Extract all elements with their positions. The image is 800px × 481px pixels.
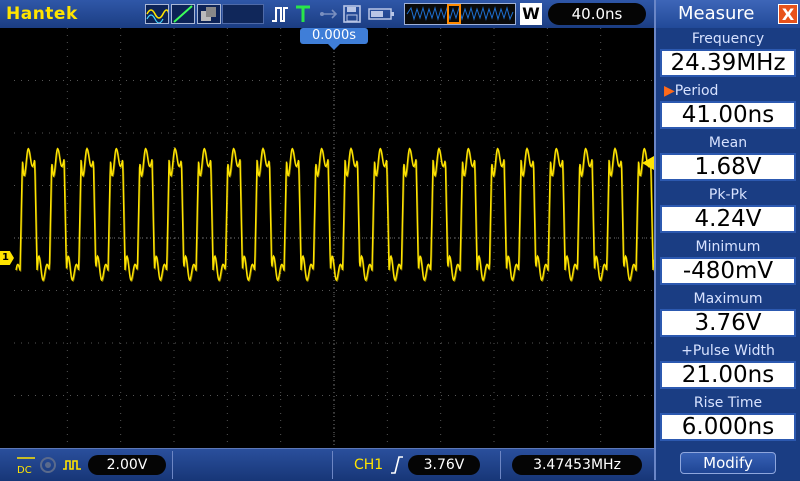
memory-position-bar[interactable] — [404, 3, 516, 25]
channel1-waveform-trace-persist — [16, 148, 656, 283]
brand-logo: Hantek — [6, 4, 78, 24]
measure-label-text: Period — [674, 83, 719, 99]
panel-title: Measure — [678, 3, 755, 24]
trigger-t-icon[interactable] — [294, 4, 312, 24]
memory-mode-badge: W — [520, 3, 542, 25]
measure-panel-header: Measure X — [656, 0, 800, 28]
waveform-canvas — [14, 28, 656, 448]
pulse-trigger-icon[interactable] — [270, 4, 290, 24]
measure-item-mean[interactable]: Mean 1.68V — [656, 133, 800, 185]
measure-label: Frequency — [691, 31, 765, 47]
measure-value: 4.24V — [660, 205, 796, 233]
divider — [172, 451, 173, 479]
slope-line-icon[interactable] — [171, 4, 195, 24]
probe-icon[interactable] — [38, 455, 58, 479]
battery-icon — [368, 4, 396, 24]
waveform-wave-icon[interactable] — [145, 4, 170, 24]
measure-item-maximum[interactable]: Maximum 3.76V — [656, 289, 800, 341]
bandwidth-limit-icon[interactable] — [62, 456, 82, 478]
measure-value: 6.000ns — [660, 413, 796, 441]
timebase-readout[interactable]: 40.0ns — [548, 3, 646, 25]
close-button[interactable]: X — [778, 4, 798, 24]
trigger-frequency-readout: 3.47453MHz — [512, 455, 642, 475]
measure-item-period[interactable]: ▶Period 41.00ns — [656, 81, 800, 133]
modify-button[interactable]: Modify — [680, 452, 776, 474]
svg-text:DC: DC — [17, 465, 32, 476]
trigger-level-marker[interactable] — [642, 156, 654, 170]
measure-item-pk-pk[interactable]: Pk-Pk 4.24V — [656, 185, 800, 237]
measure-value: -480mV — [660, 257, 796, 285]
trigger-channel-label: CH1 — [354, 457, 384, 473]
measure-label: Pk-Pk — [708, 187, 748, 203]
trigger-position-marker — [328, 44, 340, 50]
dc-coupling-icon[interactable]: DC — [16, 454, 36, 480]
volts-per-div-readout[interactable]: 2.00V — [88, 455, 166, 475]
measure-label: Rise Time — [693, 395, 763, 411]
trigger-position-readout[interactable]: 0.000s — [300, 28, 368, 44]
divider — [500, 451, 501, 479]
measure-item-frequency[interactable]: Frequency 24.39MHz — [656, 29, 800, 81]
measure-item-pulse-width[interactable]: +Pulse Width 21.00ns — [656, 341, 800, 393]
usb-icon[interactable] — [318, 4, 338, 24]
measure-value: 3.76V — [660, 309, 796, 337]
measure-item-rise-time[interactable]: Rise Time 6.000ns — [656, 393, 800, 445]
measure-item-minimum[interactable]: Minimum -480mV — [656, 237, 800, 289]
top-toolbar: Hantek W 40.0ns — [0, 0, 654, 29]
run-status-box — [222, 4, 264, 24]
save-icon[interactable] — [342, 4, 362, 24]
measure-label: Minimum — [695, 239, 761, 255]
measure-value: 1.68V — [660, 153, 796, 181]
waveform-display — [0, 28, 656, 448]
bottom-status-bar: DC 2.00V CH1 3.76V 3.47453MHz — [0, 448, 654, 481]
measure-label: Maximum — [693, 291, 763, 307]
measure-label: +Pulse Width — [681, 343, 775, 359]
measure-label: Mean — [708, 135, 748, 151]
measure-value: 21.00ns — [660, 361, 796, 389]
persistence-icon[interactable] — [197, 4, 221, 24]
measure-value: 24.39MHz — [660, 49, 796, 77]
divider — [332, 451, 333, 479]
measure-panel: Measure X Frequency 24.39MHz ▶Period 41.… — [654, 0, 800, 480]
rising-edge-icon[interactable] — [390, 455, 404, 479]
measure-label: ▶Period — [656, 81, 800, 101]
measure-value: 41.00ns — [660, 101, 796, 129]
trigger-level-readout[interactable]: 3.76V — [408, 455, 480, 475]
selection-arrow-icon: ▶ — [664, 83, 675, 99]
